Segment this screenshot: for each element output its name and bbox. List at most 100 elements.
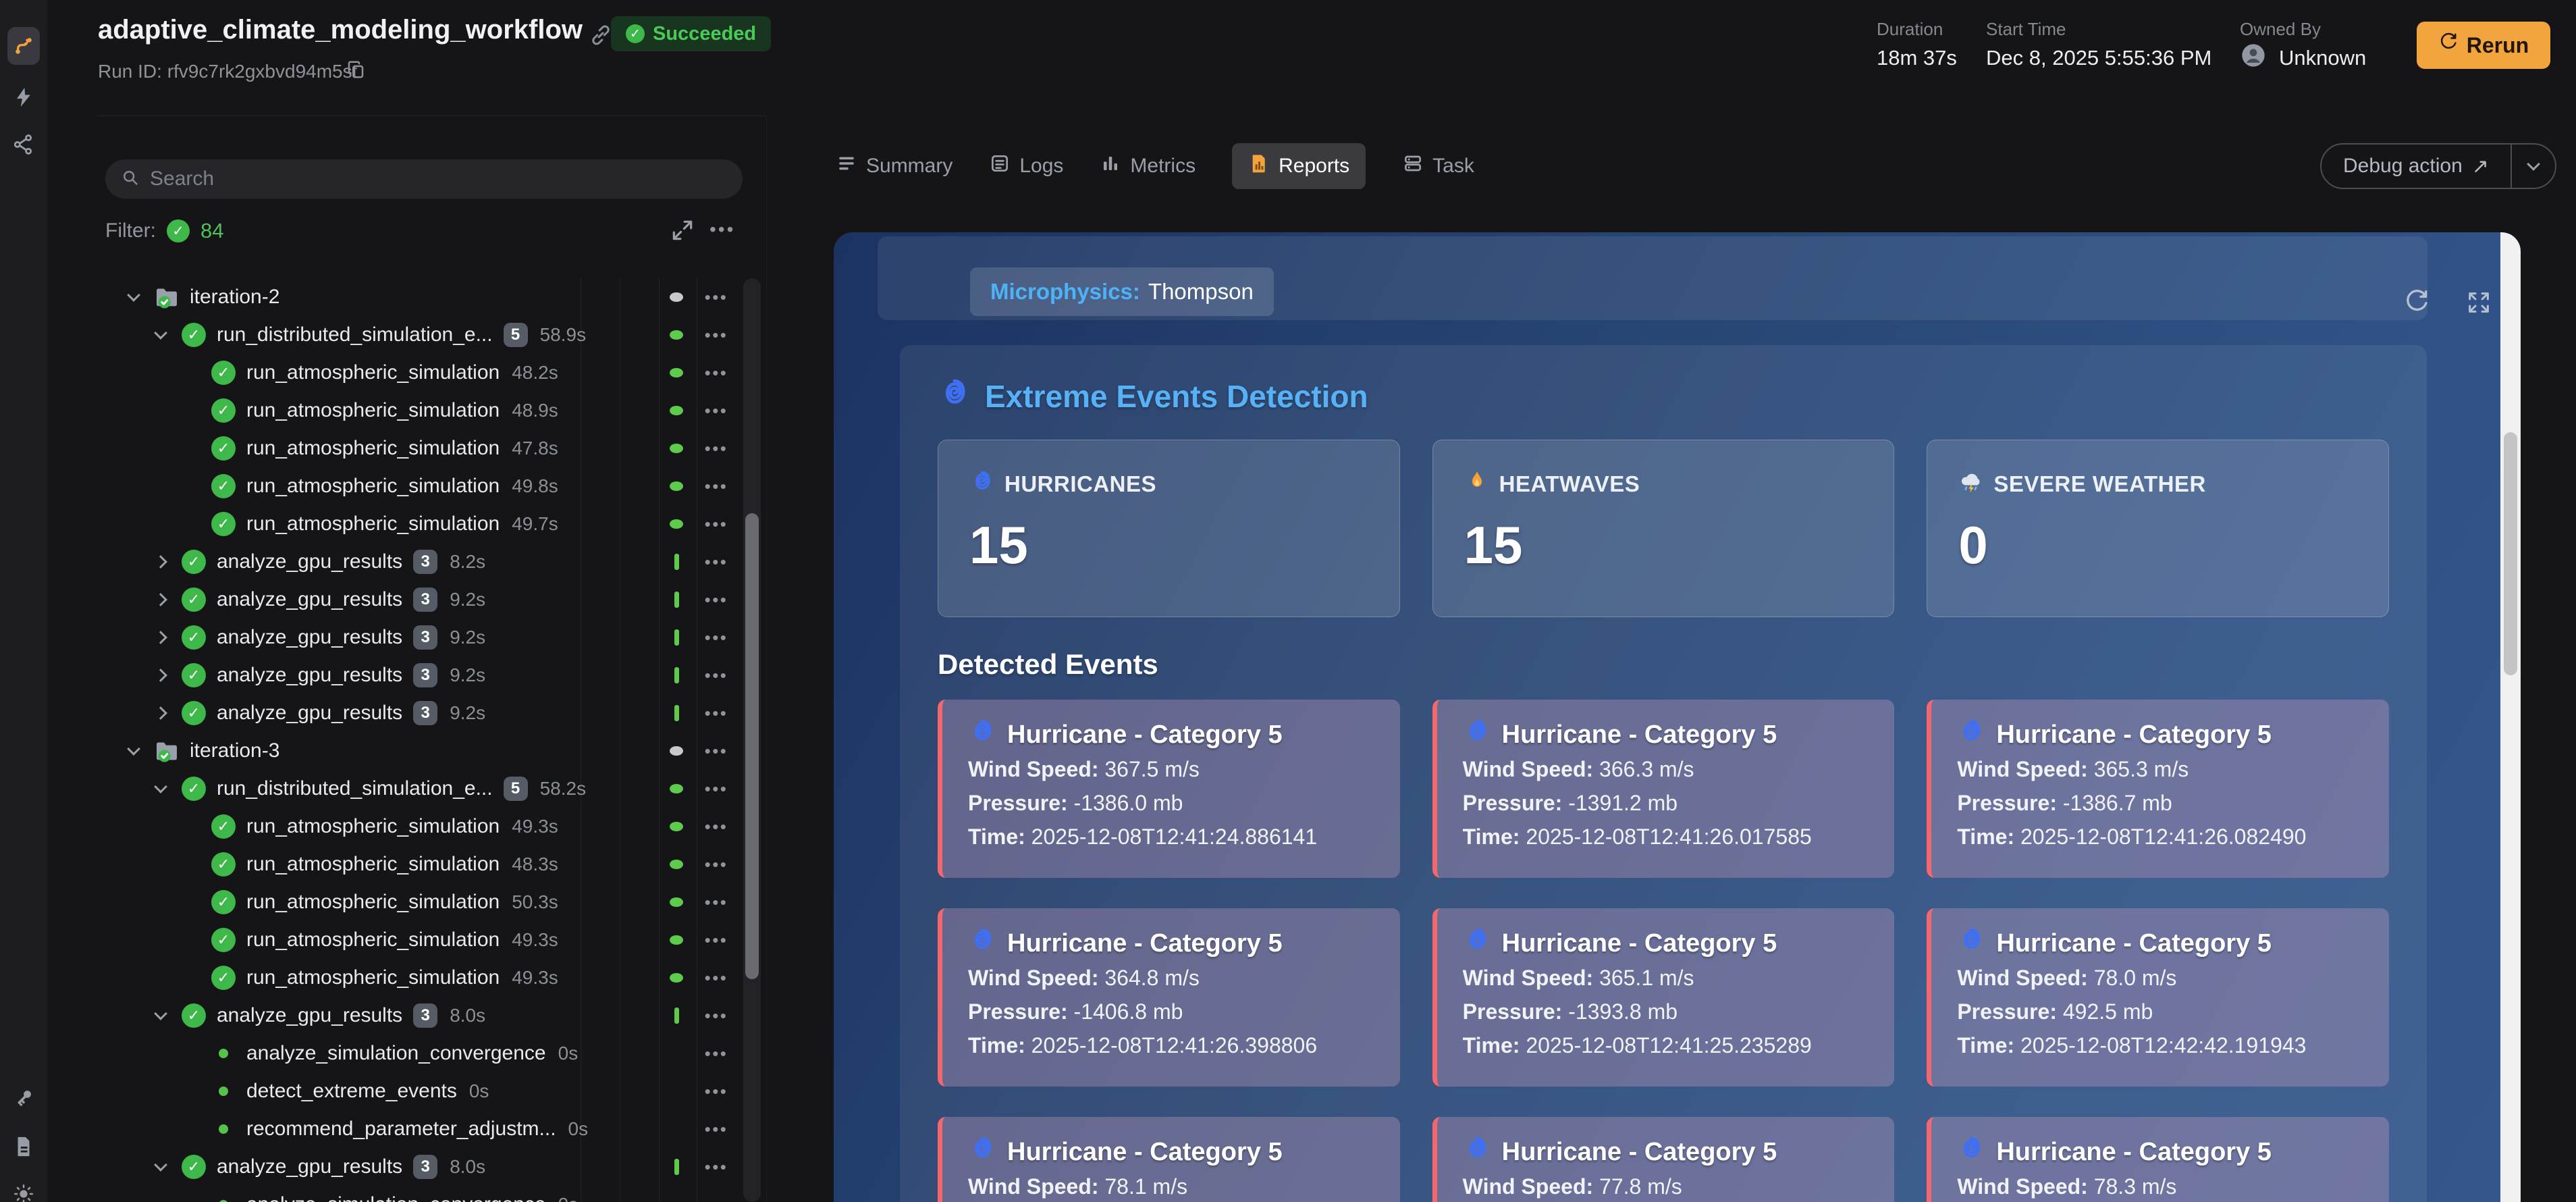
row-menu-button[interactable]: ••• [696,665,736,686]
chevron-down-icon[interactable] [145,1013,176,1018]
row-menu-button[interactable]: ••• [696,325,736,346]
row-menu-button[interactable]: ••• [696,476,736,497]
filter-count[interactable]: 84 [200,219,223,243]
row-menu-button[interactable]: ••• [696,552,736,573]
chevron-down-icon[interactable] [118,294,149,300]
tab-reports[interactable]: Reports [1232,143,1366,189]
row-menu-button[interactable]: ••• [696,287,736,308]
share-icon[interactable] [7,128,40,161]
success-check-icon: ✓ [176,1003,211,1028]
row-menu-button[interactable]: ••• [696,741,736,762]
row-menu-button[interactable]: ••• [696,1195,736,1202]
success-check-icon: ✓ [176,701,211,725]
document-icon[interactable] [7,1130,40,1163]
tree-row[interactable]: ✓run_atmospheric_simulation48.9s••• [91,392,766,429]
tree-row[interactable]: ✓run_atmospheric_simulation47.8s••• [91,429,766,467]
tree-row[interactable]: ✓run_atmospheric_simulation49.8s••• [91,467,766,505]
avatar [2240,42,2267,69]
run-id: Run ID: rfv9c7rk2gxbvd94m5st [98,61,357,82]
tree-row[interactable]: iteration-2••• [91,278,766,316]
report-scrollbar-thumb[interactable] [2504,432,2517,675]
chevron-right-icon[interactable] [145,595,176,604]
report-scrollbar-track[interactable] [2500,232,2521,1202]
row-menu-button[interactable]: ••• [696,514,736,535]
chevron-right-icon[interactable] [145,557,176,567]
tree-row[interactable]: detect_extreme_events0s••• [91,1072,766,1110]
row-menu-button[interactable]: ••• [696,1043,736,1064]
tree-row[interactable]: analyze_simulation_convergence0s••• [91,1186,766,1202]
tree-scrollbar-thumb[interactable] [745,513,759,979]
task-name: analyze_gpu_results [217,664,402,687]
tree-row[interactable]: analyze_simulation_convergence0s••• [91,1035,766,1072]
more-icon[interactable]: ••• [709,219,735,240]
tree-row[interactable]: iteration-3••• [91,732,766,770]
status-marker [666,444,687,453]
row-menu-button[interactable]: ••• [696,816,736,837]
row-menu-button[interactable]: ••• [696,1081,736,1102]
tree-row[interactable]: ✓analyze_gpu_results39.2s••• [91,581,766,619]
tree-row[interactable]: ✓analyze_gpu_results38.0s••• [91,997,766,1035]
tree-row[interactable]: ✓run_distributed_simulation_e...558.9s••… [91,316,766,354]
row-menu-button[interactable]: ••• [696,930,736,951]
debug-dropdown-button[interactable] [2512,145,2555,188]
row-menu-button[interactable]: ••• [696,892,736,913]
theme-icon[interactable] [7,1178,40,1202]
tree-row[interactable]: ✓run_atmospheric_simulation49.3s••• [91,959,766,997]
tree-row[interactable]: ✓analyze_gpu_results39.2s••• [91,619,766,656]
debug-action-button[interactable]: Debug action ↗ [2320,143,2556,189]
link-icon[interactable] [589,23,613,51]
cyclone-icon [1957,1134,1985,1170]
event-wind-speed: Wind Speed: 364.8 m/s [968,962,1374,993]
tab-task[interactable]: Task [1402,143,1474,189]
refresh-icon[interactable] [2403,289,2430,316]
task-duration: 50.3s [512,891,558,913]
chevron-down-icon[interactable] [145,332,176,338]
row-menu-button[interactable]: ••• [696,590,736,610]
bolt-icon[interactable] [7,81,40,113]
tree-row[interactable]: ✓analyze_gpu_results38.2s••• [91,543,766,581]
tree-row[interactable]: ✓run_distributed_simulation_e...558.2s••… [91,770,766,808]
rerun-button[interactable]: Rerun [2417,22,2550,69]
row-menu-button[interactable]: ••• [696,1119,736,1140]
report-params-section: Microphysics: Thompson [878,236,2427,320]
copy-icon[interactable] [346,59,366,83]
expand-icon[interactable] [670,217,695,246]
tree-row[interactable]: ✓run_atmospheric_simulation50.3s••• [91,883,766,921]
tree-row[interactable]: ✓run_atmospheric_simulation49.3s••• [91,921,766,959]
tree-row[interactable]: recommend_parameter_adjustm...0s••• [91,1110,766,1148]
row-menu-button[interactable]: ••• [696,854,736,875]
tab-metrics[interactable]: Metrics [1100,143,1196,189]
chevron-right-icon[interactable] [145,671,176,680]
chevron-right-icon[interactable] [145,633,176,642]
chevron-down-icon[interactable] [145,786,176,791]
event-wind-speed: Wind Speed: 77.8 m/s [1463,1171,1869,1202]
workflow-icon[interactable] [7,27,40,65]
row-menu-button[interactable]: ••• [696,968,736,989]
row-menu-button[interactable]: ••• [696,400,736,421]
chevron-down-icon[interactable] [145,1164,176,1170]
search-input[interactable]: Search [105,159,743,199]
tab-logs[interactable]: Logs [989,143,1063,189]
row-menu-button[interactable]: ••• [696,1005,736,1026]
key-icon[interactable] [7,1082,40,1114]
row-menu-button[interactable]: ••• [696,438,736,459]
row-menu-button[interactable]: ••• [696,779,736,800]
filter-status-icon[interactable]: ✓ [167,219,190,242]
row-menu-button[interactable]: ••• [696,1157,736,1178]
row-menu-button[interactable]: ••• [696,627,736,648]
tab-summary[interactable]: Summary [836,143,952,189]
row-menu-button[interactable]: ••• [696,363,736,384]
fullscreen-icon[interactable] [2465,289,2492,316]
tree-row[interactable]: ✓analyze_gpu_results39.2s••• [91,656,766,694]
success-check-icon: ✓ [176,587,211,612]
tree-row[interactable]: ✓run_atmospheric_simulation48.3s••• [91,845,766,883]
leaf-dot-icon [206,1049,241,1058]
tree-row[interactable]: ✓analyze_gpu_results38.0s••• [91,1148,766,1186]
chevron-down-icon[interactable] [118,748,149,754]
tree-row[interactable]: ✓run_atmospheric_simulation49.3s••• [91,808,766,845]
row-menu-button[interactable]: ••• [696,703,736,724]
tree-row[interactable]: ✓run_atmospheric_simulation49.7s••• [91,505,766,543]
tree-row[interactable]: ✓run_atmospheric_simulation48.2s••• [91,354,766,392]
tree-row[interactable]: ✓analyze_gpu_results39.2s••• [91,694,766,732]
chevron-right-icon[interactable] [145,708,176,718]
